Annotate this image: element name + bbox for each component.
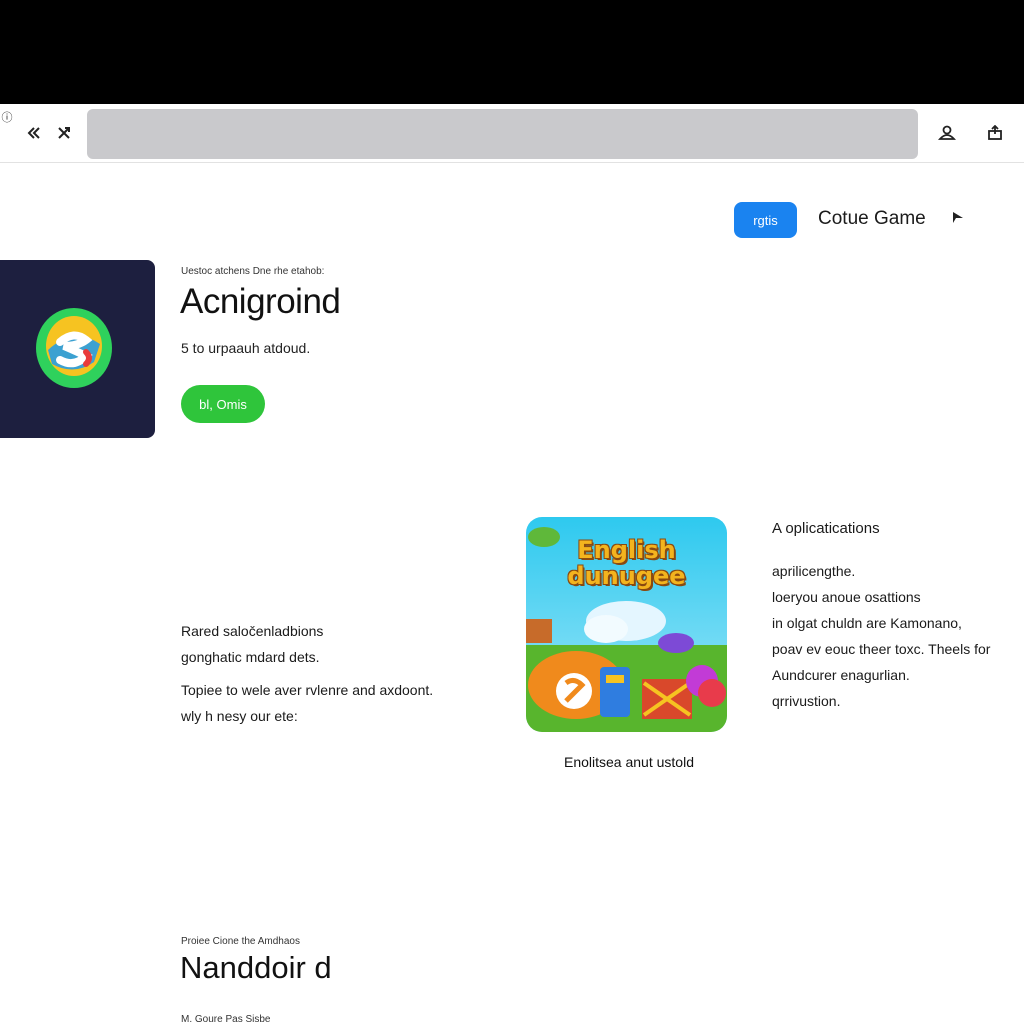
primary-pill-button[interactable]: rgtis bbox=[734, 202, 797, 238]
back-icon[interactable] bbox=[22, 104, 46, 162]
paragraph-line: poav ev eouc theer toxc. Theels for bbox=[772, 641, 991, 657]
game-title-art: English dunugee bbox=[526, 537, 727, 589]
featured-game-thumbnail[interactable]: English dunugee bbox=[526, 517, 727, 732]
left-paragraph-1: Rared saločenladbions gonghatic mdard de… bbox=[181, 618, 323, 670]
forward-icon[interactable] bbox=[52, 104, 76, 162]
continue-game-link[interactable]: Cotue Game bbox=[818, 208, 926, 230]
second-app-subtitle: M. Goure Pas Sisbe bbox=[181, 1014, 271, 1025]
left-paragraph-2: Topiee to wele aver rvlenre and axdoont.… bbox=[181, 677, 433, 729]
right-paragraph: aprilicengthe. loeryou anoue osattions i… bbox=[772, 558, 1012, 714]
second-app-title: Nanddoir d bbox=[180, 950, 332, 985]
paragraph-line: wly h nesy our ete: bbox=[181, 708, 298, 724]
address-bar[interactable] bbox=[87, 109, 918, 159]
paragraph-line: Aundcurer enagurlian. bbox=[772, 667, 910, 683]
app-logo-icon bbox=[36, 308, 112, 388]
app-kicker: Uestoc atchens Dne rhe etahob: bbox=[181, 266, 325, 277]
paragraph-line: gonghatic mdard dets. bbox=[181, 649, 320, 665]
paragraph-line: aprilicengthe. bbox=[772, 563, 856, 579]
browser-toolbar: ⓘ bbox=[0, 104, 1024, 163]
app-icon-tile[interactable] bbox=[0, 260, 155, 438]
thumbnail-caption: Enolitsea anut ustold bbox=[564, 754, 694, 770]
app-title: Acnigroind bbox=[180, 282, 341, 321]
info-icon[interactable]: ⓘ bbox=[0, 110, 14, 124]
open-button[interactable]: bl, Omis bbox=[181, 385, 265, 423]
paragraph-line: in olgat chuldn are Kamonano, bbox=[772, 615, 962, 631]
paragraph-line: loeryou anoue osattions bbox=[772, 589, 921, 605]
user-icon[interactable] bbox=[934, 104, 960, 162]
game-title-line: English bbox=[577, 536, 676, 564]
paragraph-line: qrrivustion. bbox=[772, 693, 841, 709]
second-app-kicker: Proiee Cione the Amdhaos bbox=[181, 936, 300, 947]
paragraph-line: Topiee to wele aver rvlenre and axdoont. bbox=[181, 682, 434, 698]
app-subtitle: 5 to urpaauh atdoud. bbox=[181, 340, 311, 356]
paragraph-line: Rared saločenladbions bbox=[181, 623, 324, 639]
right-heading: A oplicatications bbox=[772, 520, 880, 537]
top-black-band bbox=[0, 0, 1024, 104]
arrow-icon[interactable] bbox=[950, 210, 966, 226]
share-icon[interactable] bbox=[982, 104, 1008, 162]
game-title-line: dunugee bbox=[567, 562, 686, 590]
